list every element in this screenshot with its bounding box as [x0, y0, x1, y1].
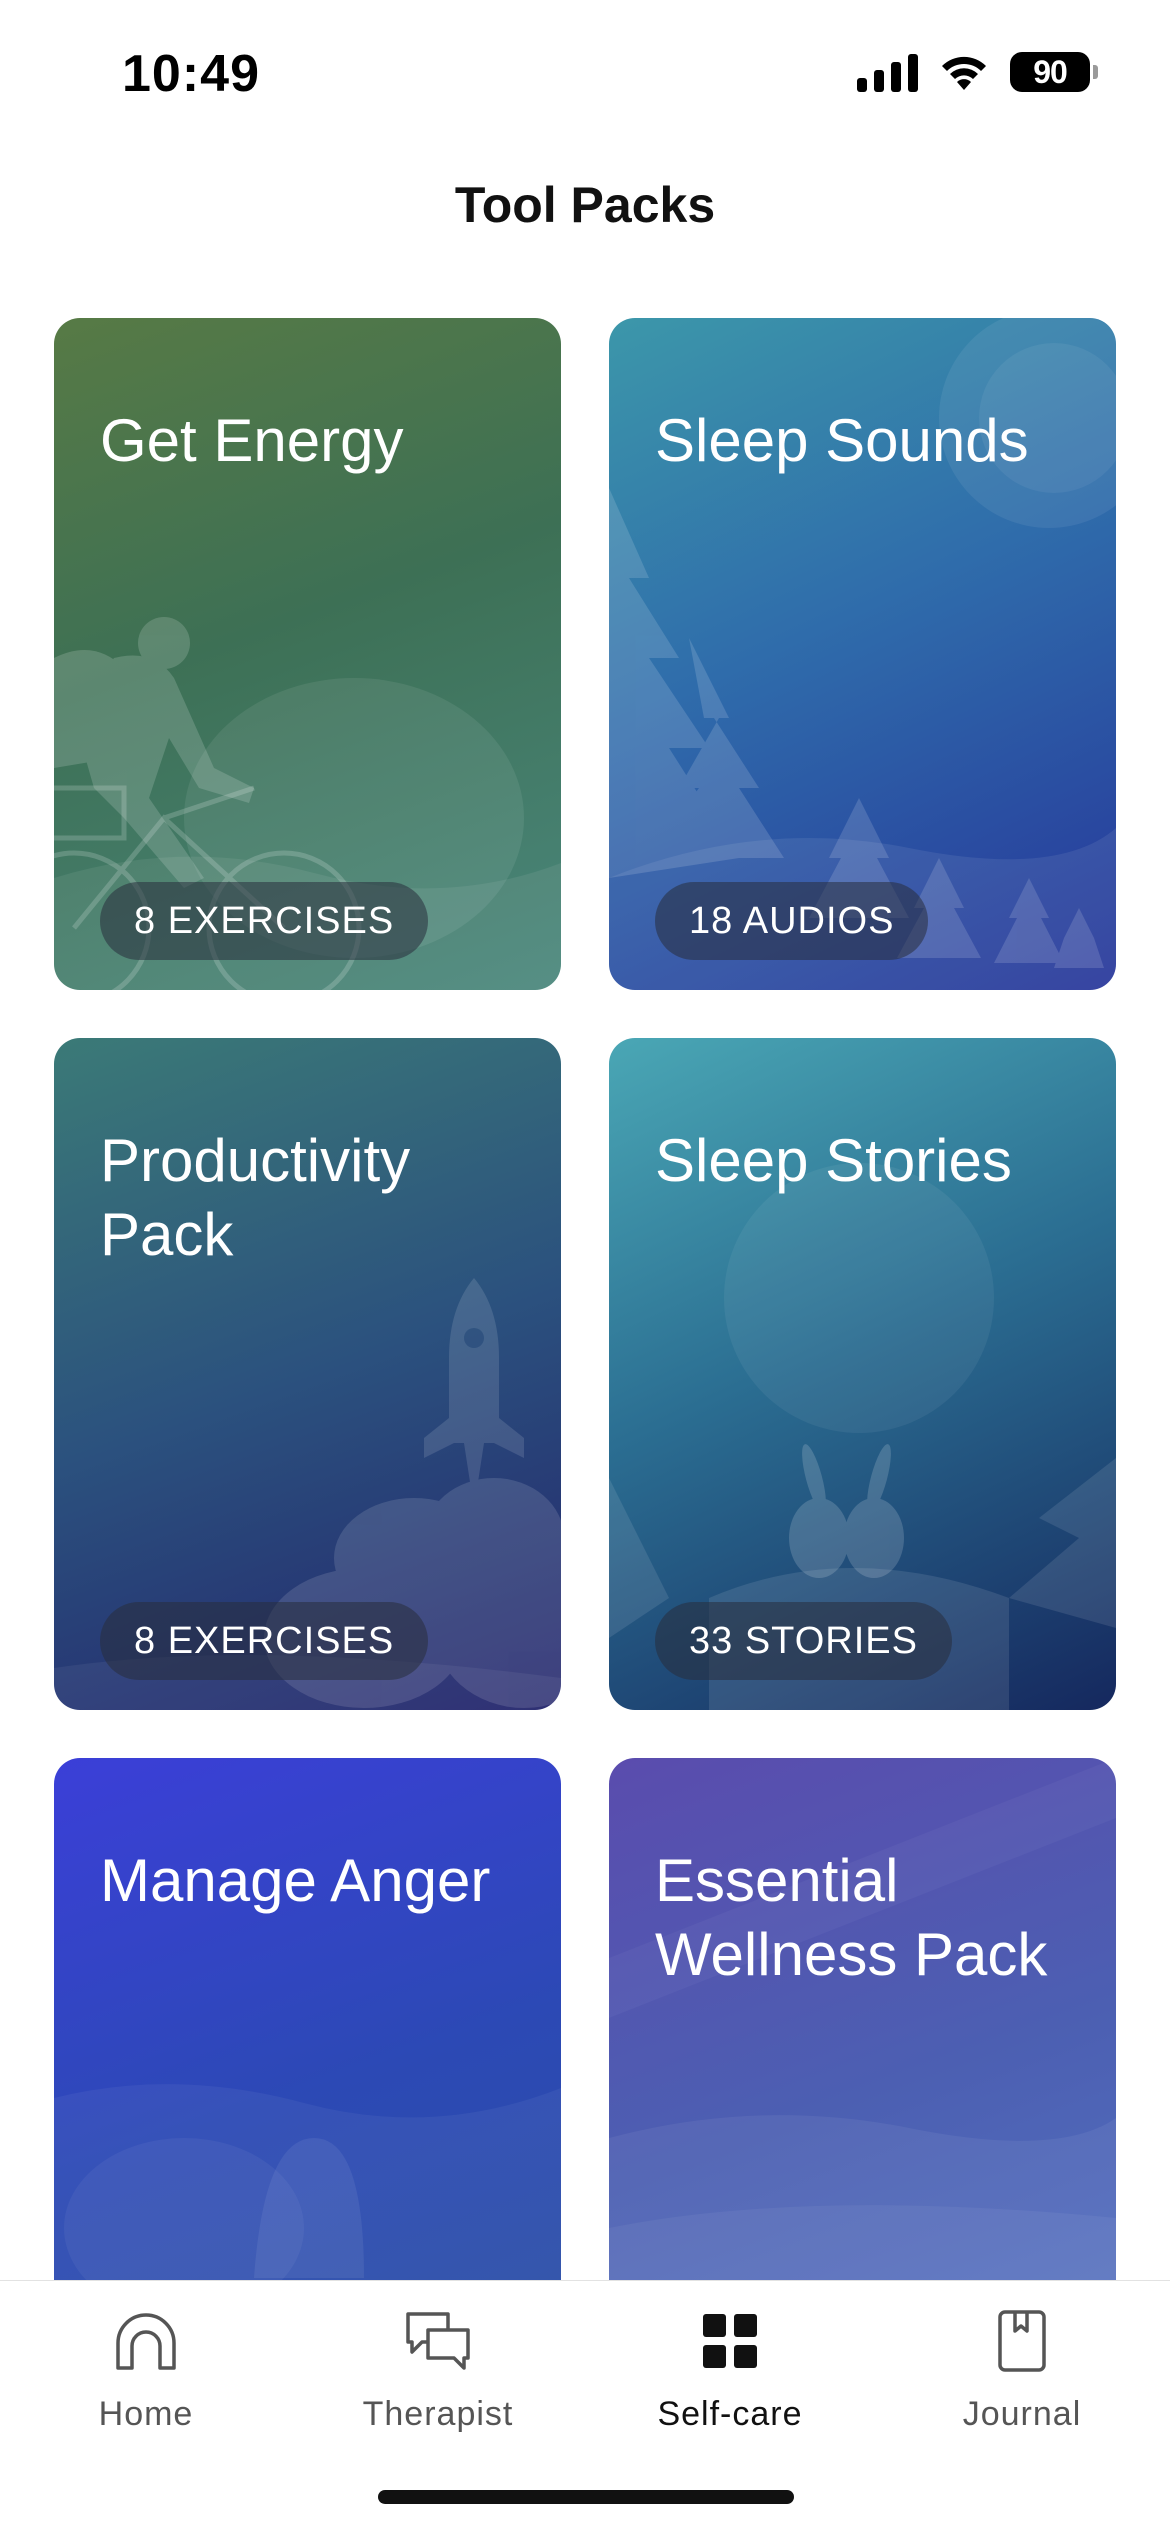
tab-label: Journal [962, 2395, 1082, 2433]
pack-title: Manage Anger [100, 1847, 491, 1914]
home-indicator[interactable] [378, 2490, 794, 2504]
pack-title: Essential Wellness Pack [655, 1847, 1048, 1988]
page-title: Tool Packs [454, 177, 716, 233]
status-time: 10:49 [122, 45, 260, 103]
tab-label: Home [98, 2395, 194, 2433]
pack-card-manage-anger[interactable]: Manage Anger [54, 1758, 561, 2280]
tab-self-care[interactable]: Self-care [584, 2301, 876, 2441]
pack-card-productivity-pack[interactable]: Productivity Pack 8 EXERCISES [54, 1038, 561, 1710]
pack-count-badge: 8 EXERCISES [100, 882, 429, 960]
pack-title: Sleep Stories [655, 1127, 1012, 1194]
pack-count-badge: 18 AUDIOS [655, 882, 929, 960]
tool-pack-grid: Get Energy 8 EXERCISES Sleep Sounds 18 A… [54, 318, 1116, 2280]
battery-level: 90 [1033, 53, 1068, 90]
battery-icon: 90 [1010, 52, 1098, 92]
pack-title: Sleep Sounds [655, 407, 1029, 474]
pack-card-essential-wellness-pack[interactable]: Essential Wellness Pack [609, 1758, 1116, 2280]
wifi-icon [938, 52, 990, 92]
waves-illustration [609, 1758, 1116, 2280]
status-bar: 10:49 90 [0, 0, 1170, 150]
bookmark-book-icon [997, 2301, 1047, 2381]
chat-bubbles-icon [404, 2301, 472, 2381]
tab-therapist[interactable]: Therapist [292, 2301, 584, 2441]
pack-count-badge: 8 EXERCISES [100, 1602, 429, 1680]
tab-label: Therapist [362, 2395, 514, 2433]
grid-icon [701, 2301, 759, 2381]
pack-title: Productivity Pack [100, 1127, 411, 1268]
tab-journal[interactable]: Journal [876, 2301, 1168, 2441]
signal-icon [857, 52, 918, 92]
status-icons: 90 [857, 52, 1098, 92]
pack-card-sleep-sounds[interactable]: Sleep Sounds 18 AUDIOS [609, 318, 1116, 990]
tab-home[interactable]: Home [0, 2301, 292, 2441]
home-arch-icon [113, 2301, 179, 2381]
pack-title: Get Energy [100, 407, 404, 474]
pack-count-badge: 33 STORIES [655, 1602, 952, 1680]
pack-card-sleep-stories[interactable]: Sleep Stories 33 STORIES [609, 1038, 1116, 1710]
tab-label: Self-care [657, 2395, 803, 2433]
hills-illustration [54, 2084, 561, 2280]
pack-card-get-energy[interactable]: Get Energy 8 EXERCISES [54, 318, 561, 990]
